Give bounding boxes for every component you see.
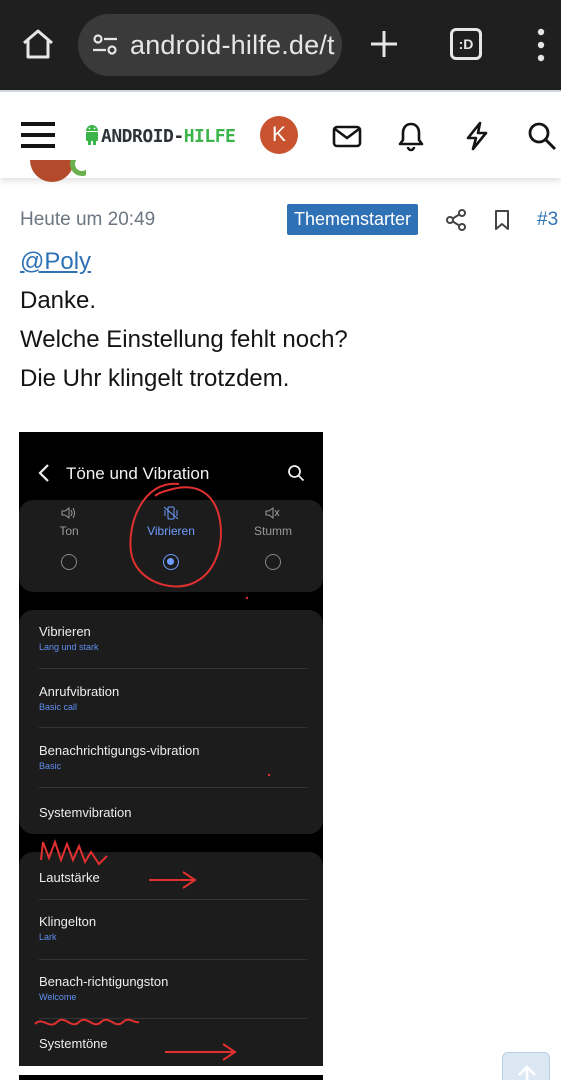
- logo-suffix: HILFE: [183, 126, 236, 147]
- thread-starter-badge: Themenstarter: [287, 204, 419, 235]
- site-logo[interactable]: ANDROID-HILFE: [84, 119, 244, 149]
- tab-switcher-button[interactable]: :D: [450, 28, 482, 60]
- new-tab-icon[interactable]: [368, 28, 400, 60]
- android-robot-icon: [86, 125, 98, 145]
- author-avatar-partial: [30, 160, 86, 182]
- post-line: Die Uhr klingelt trotzdem.: [20, 365, 290, 392]
- arrow-up-icon: [518, 1065, 536, 1080]
- post-timestamp[interactable]: Heute um 20:49: [20, 209, 155, 231]
- share-icon[interactable]: [444, 208, 468, 232]
- hamburger-menu-icon[interactable]: [20, 120, 56, 150]
- post-line: Danke.: [20, 287, 97, 314]
- user-mention-link[interactable]: @Poly: [20, 248, 91, 275]
- post-content: @Poly Danke. Welche Einstellung fehlt no…: [20, 242, 550, 398]
- post-meta-bar: Heute um 20:49 Themenstarter #3: [0, 200, 561, 240]
- more-menu-icon[interactable]: [534, 28, 548, 62]
- logo-prefix: ANDROID-: [101, 126, 184, 147]
- scroll-to-top-button[interactable]: [502, 1052, 550, 1080]
- bolt-icon[interactable]: [461, 120, 493, 152]
- home-icon[interactable]: [20, 26, 56, 62]
- user-avatar[interactable]: K: [260, 116, 298, 154]
- attached-screenshot[interactable]: Töne und Vibration Ton Vibrieren Stumm V…: [19, 432, 323, 1066]
- inbox-icon[interactable]: [331, 120, 363, 152]
- post-line: Welche Einstellung fehlt noch?: [20, 326, 348, 353]
- logo-text: ANDROID-HILFE: [101, 126, 236, 147]
- bell-icon[interactable]: [395, 120, 427, 152]
- search-icon[interactable]: [526, 120, 558, 152]
- post-number-link[interactable]: #3: [537, 209, 558, 231]
- site-settings-icon[interactable]: [92, 34, 118, 56]
- browser-toolbar: android-hilfe.de/t :D: [0, 0, 561, 90]
- red-annotations: [34, 482, 271, 1061]
- url-text: android-hilfe.de/t: [130, 30, 335, 60]
- bookmark-icon[interactable]: [490, 208, 514, 232]
- next-attachment-edge: [19, 1075, 323, 1080]
- address-bar[interactable]: android-hilfe.de/t: [78, 14, 342, 76]
